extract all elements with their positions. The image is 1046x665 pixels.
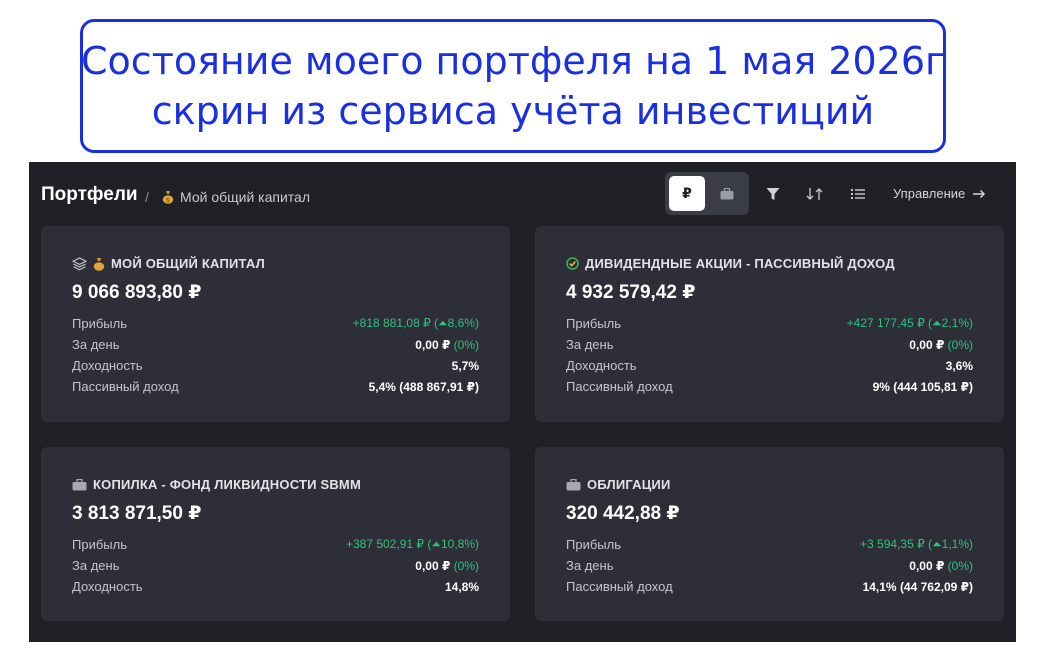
money-bag-icon: $ — [162, 191, 174, 204]
title-banner: Состояние моего портфеля на 1 мая 2026г … — [80, 19, 946, 153]
metric-row-profit: Прибыль +3 594,35 ₽ (⏶1,1%) — [566, 534, 973, 555]
metric-label: За день — [566, 337, 614, 352]
portfolio-app: Портфели / $ Мой общий капитал ₽ Управле… — [29, 162, 1016, 642]
portfolio-card-dividend-stocks[interactable]: ДИВИДЕНДНЫЕ АКЦИИ - ПАССИВНЫЙ ДОХОД 4 93… — [535, 226, 1004, 422]
layers-icon — [72, 256, 87, 270]
card-title: МОЙ ОБЩИЙ КАПИТАЛ — [111, 256, 265, 271]
metric-row-day: За день 0,00 ₽ (0%) — [566, 334, 973, 355]
card-title: КОПИЛКА - ФОНД ЛИКВИДНОСТИ SBMM — [93, 477, 361, 492]
breadcrumb-current-label: Мой общий капитал — [180, 189, 310, 205]
metric-value: 9% (444 105,81 ₽) — [872, 379, 973, 394]
card-header: ОБЛИГАЦИИ — [566, 477, 671, 492]
card-title: ОБЛИГАЦИИ — [587, 477, 671, 492]
card-total-value: 320 442,88 ₽ — [566, 503, 680, 524]
metric-row-profit: Прибыль +427 177,45 ₽ (⏶2,1%) — [566, 313, 973, 334]
breadcrumb-portfolios-link[interactable]: Портфели — [41, 184, 138, 206]
metric-label: Доходность — [72, 579, 143, 594]
top-bar: Портфели / $ Мой общий капитал ₽ Управле… — [29, 162, 1016, 226]
manage-label: Управление — [893, 186, 966, 201]
card-total-value: 3 813 871,50 ₽ — [72, 503, 202, 524]
metric-value: 3,6% — [945, 358, 973, 373]
metric-row-yield: Доходность 14,8% — [72, 576, 479, 597]
metric-value: 0,00 ₽ (0%) — [909, 337, 973, 352]
metric-label: Доходность — [566, 358, 637, 373]
briefcase-icon — [720, 187, 734, 199]
metric-label: Прибыль — [566, 537, 621, 552]
metric-label: За день — [566, 558, 614, 573]
filter-icon — [766, 188, 780, 200]
metric-row-passive-income: Пассивный доход 5,4% (488 867,91 ₽) — [72, 376, 479, 397]
svg-text:$: $ — [166, 197, 170, 204]
metric-label: Доходность — [72, 358, 143, 373]
metric-row-yield: Доходность 5,7% — [72, 355, 479, 376]
portfolio-card-total-capital[interactable]: МОЙ ОБЩИЙ КАПИТАЛ 9 066 893,80 ₽ Прибыль… — [41, 226, 510, 422]
card-header: КОПИЛКА - ФОНД ЛИКВИДНОСТИ SBMM — [72, 477, 361, 492]
card-header: МОЙ ОБЩИЙ КАПИТАЛ — [72, 256, 265, 271]
list-icon — [851, 189, 865, 199]
metric-label: Прибыль — [566, 316, 621, 331]
card-title: ДИВИДЕНДНЫЕ АКЦИИ - ПАССИВНЫЙ ДОХОД — [585, 256, 895, 271]
metric-value: 5,4% (488 867,91 ₽) — [368, 379, 479, 394]
card-header: ДИВИДЕНДНЫЕ АКЦИИ - ПАССИВНЫЙ ДОХОД — [566, 256, 895, 271]
metric-value: +387 502,91 ₽ (⏶10,8%) — [346, 537, 479, 551]
card-metrics: Прибыль +387 502,91 ₽ (⏶10,8%) За день 0… — [72, 534, 479, 597]
banner-line-1: Состояние моего портфеля на 1 мая 2026г — [81, 39, 945, 83]
briefcase-icon — [72, 478, 87, 490]
briefcase-icon — [566, 478, 581, 490]
metric-row-passive-income: Пассивный доход 9% (444 105,81 ₽) — [566, 376, 973, 397]
metric-value: 5,7% — [451, 358, 479, 373]
sort-arrows-icon — [806, 188, 823, 200]
currency-toggle: ₽ — [665, 172, 749, 215]
card-total-value: 4 932 579,42 ₽ — [566, 282, 696, 303]
metric-label: Прибыль — [72, 316, 127, 331]
metric-row-day: За день 0,00 ₽ (0%) — [72, 334, 479, 355]
metric-row-day: За день 0,00 ₽ (0%) — [566, 555, 973, 576]
metric-label: Пассивный доход — [566, 579, 673, 594]
card-total-value: 9 066 893,80 ₽ — [72, 282, 202, 303]
metric-value: +3 594,35 ₽ (⏶1,1%) — [860, 537, 973, 551]
metric-label: Прибыль — [72, 537, 127, 552]
metric-value: 0,00 ₽ (0%) — [415, 558, 479, 573]
metric-label: За день — [72, 337, 120, 352]
metric-row-profit: Прибыль +387 502,91 ₽ (⏶10,8%) — [72, 534, 479, 555]
metric-row-yield: Доходность 3,6% — [566, 355, 973, 376]
banner-line-2: скрин из сервиса учёта инвестиций — [151, 89, 875, 133]
metric-value: 14,8% — [444, 579, 479, 594]
metric-value: +818 881,08 ₽ (⏶8,6%) — [352, 316, 479, 330]
metric-value: 0,00 ₽ (0%) — [909, 558, 973, 573]
metric-row-passive-income: Пассивный доход 14,1% (44 762,09 ₽) — [566, 576, 973, 597]
currency-rub-button[interactable]: ₽ — [669, 176, 705, 211]
metric-value: 14,1% (44 762,09 ₽) — [862, 579, 973, 594]
metric-value: 0,00 ₽ (0%) — [415, 337, 479, 352]
metric-row-profit: Прибыль +818 881,08 ₽ (⏶8,6%) — [72, 313, 479, 334]
metric-label: За день — [72, 558, 120, 573]
card-metrics: Прибыль +3 594,35 ₽ (⏶1,1%) За день 0,00… — [566, 534, 973, 597]
currency-portfolio-button[interactable] — [709, 176, 745, 211]
sort-button[interactable] — [805, 184, 825, 204]
breadcrumb-current: $ Мой общий капитал — [162, 189, 310, 205]
metric-row-day: За день 0,00 ₽ (0%) — [72, 555, 479, 576]
money-bag-icon — [93, 257, 105, 271]
filter-button[interactable] — [763, 184, 783, 204]
arrow-right-icon — [973, 189, 986, 198]
list-view-button[interactable] — [848, 184, 868, 204]
portfolio-card-bonds[interactable]: ОБЛИГАЦИИ 320 442,88 ₽ Прибыль +3 594,35… — [535, 447, 1004, 621]
card-metrics: Прибыль +427 177,45 ₽ (⏶2,1%) За день 0,… — [566, 313, 973, 397]
metric-label: Пассивный доход — [72, 379, 179, 394]
breadcrumb-separator: / — [145, 189, 149, 205]
card-metrics: Прибыль +818 881,08 ₽ (⏶8,6%) За день 0,… — [72, 313, 479, 397]
portfolio-card-liquidity-fund[interactable]: КОПИЛКА - ФОНД ЛИКВИДНОСТИ SBMM 3 813 87… — [41, 447, 510, 621]
manage-button[interactable]: Управление — [893, 186, 986, 201]
check-circle-icon — [566, 257, 579, 270]
metric-label: Пассивный доход — [566, 379, 673, 394]
metric-value: +427 177,45 ₽ (⏶2,1%) — [846, 316, 973, 330]
